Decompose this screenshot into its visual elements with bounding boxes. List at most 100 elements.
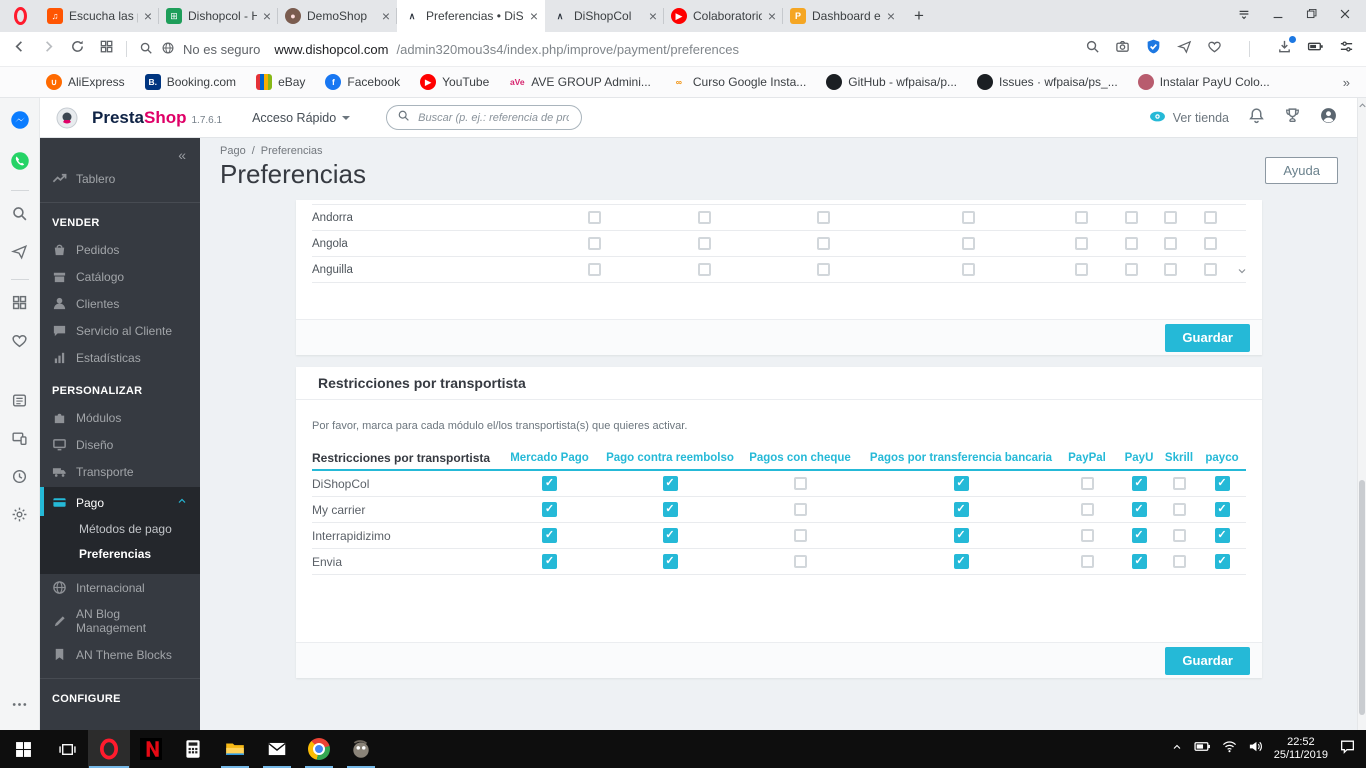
view-shop-link[interactable]: Ver tienda bbox=[1149, 108, 1229, 128]
sidebar-item-servicio-al-cliente[interactable]: Servicio al Cliente bbox=[40, 317, 200, 344]
quick-access-dropdown[interactable]: Acceso Rápido bbox=[252, 111, 351, 125]
taskbar-chrome-button[interactable] bbox=[298, 730, 340, 768]
help-button[interactable]: Ayuda bbox=[1265, 157, 1338, 184]
sidebar-item-diseño[interactable]: Diseño bbox=[40, 431, 200, 458]
checkbox[interactable] bbox=[1074, 237, 1088, 250]
checkbox[interactable]: ✓ bbox=[953, 476, 969, 491]
checkbox[interactable] bbox=[793, 477, 807, 490]
taskbar-task-view-button[interactable] bbox=[46, 730, 88, 768]
browser-tab[interactable]: ▶ Colaboratorio ePay... × bbox=[664, 0, 783, 32]
window-close-button[interactable] bbox=[1338, 7, 1352, 26]
checkbox[interactable]: ✓ bbox=[1131, 528, 1147, 543]
sidebar-item-an-theme-blocks[interactable]: AN Theme Blocks bbox=[40, 641, 200, 668]
hidden-icons-button[interactable] bbox=[1171, 740, 1183, 758]
checkbox[interactable] bbox=[1203, 263, 1217, 276]
checkbox[interactable]: ✓ bbox=[662, 528, 678, 543]
save-button[interactable]: Guardar bbox=[1165, 323, 1250, 352]
checkbox[interactable] bbox=[1124, 237, 1138, 250]
notifications-button[interactable] bbox=[1248, 107, 1265, 129]
checkbox[interactable] bbox=[962, 263, 975, 276]
checkbox[interactable] bbox=[1203, 211, 1217, 224]
reload-button[interactable] bbox=[70, 39, 85, 59]
checkbox[interactable] bbox=[1172, 477, 1186, 490]
close-tab-icon[interactable]: × bbox=[649, 9, 657, 23]
snapshot-button[interactable] bbox=[1115, 39, 1130, 59]
find-in-page-button[interactable] bbox=[1085, 39, 1100, 59]
new-tab-button[interactable]: + bbox=[902, 6, 936, 26]
checkbox[interactable] bbox=[1080, 503, 1094, 516]
checkbox[interactable]: ✓ bbox=[953, 502, 969, 517]
forward-button[interactable] bbox=[41, 39, 56, 59]
checkbox[interactable]: ✓ bbox=[542, 554, 557, 569]
window-minimize-button[interactable] bbox=[1271, 7, 1285, 26]
sidebar-speed-dial-button[interactable] bbox=[11, 294, 28, 316]
checkbox[interactable]: ✓ bbox=[1131, 554, 1147, 569]
sidebar-subitem-preferencias[interactable]: Preferencias bbox=[40, 541, 200, 566]
checkbox[interactable] bbox=[698, 211, 711, 224]
sidebar-subitem-métodos-de-pago[interactable]: Métodos de pago bbox=[40, 516, 200, 541]
checkbox[interactable]: ✓ bbox=[1131, 502, 1147, 517]
checkbox[interactable]: ✓ bbox=[953, 554, 969, 569]
checkbox[interactable] bbox=[1172, 529, 1186, 542]
sidebar-send-button[interactable] bbox=[11, 243, 28, 265]
achievements-button[interactable] bbox=[1284, 107, 1301, 129]
checkbox[interactable]: ✓ bbox=[542, 528, 557, 543]
browser-tab[interactable]: P Dashboard ePayco × bbox=[783, 0, 902, 32]
sidebar-whatsapp-button[interactable] bbox=[10, 151, 30, 176]
checkbox[interactable]: ✓ bbox=[953, 528, 969, 543]
sidebar-item-transporte[interactable]: Transporte bbox=[40, 458, 200, 485]
volume-button[interactable] bbox=[1248, 739, 1263, 759]
checkbox[interactable] bbox=[962, 237, 975, 250]
checkbox[interactable] bbox=[962, 211, 975, 224]
bookmark-item[interactable]: B. Booking.com bbox=[144, 74, 236, 90]
checkbox[interactable] bbox=[698, 263, 711, 276]
checkbox[interactable] bbox=[1164, 211, 1177, 224]
browser-tab[interactable]: ● DemoShop × bbox=[278, 0, 397, 32]
checkbox[interactable] bbox=[1164, 237, 1177, 250]
battery-saver-button[interactable] bbox=[1307, 38, 1324, 60]
checkbox[interactable] bbox=[1164, 263, 1177, 276]
checkbox[interactable] bbox=[1172, 503, 1186, 516]
wifi-button[interactable] bbox=[1222, 739, 1237, 759]
bookmark-item[interactable]: f Facebook bbox=[325, 74, 400, 90]
save-button[interactable]: Guardar bbox=[1165, 646, 1250, 675]
taskbar-explorer-button[interactable] bbox=[214, 730, 256, 768]
sidebar-item-catálogo[interactable]: Catálogo bbox=[40, 263, 200, 290]
easy-setup-button[interactable] bbox=[1339, 39, 1354, 59]
back-button[interactable] bbox=[12, 39, 27, 59]
checkbox[interactable] bbox=[588, 237, 601, 250]
taskbar-gimp-button[interactable] bbox=[340, 730, 382, 768]
close-tab-icon[interactable]: × bbox=[144, 9, 152, 23]
search-input[interactable] bbox=[416, 110, 572, 125]
browser-tab[interactable]: ♫ Escucha las pistas q... × bbox=[40, 0, 159, 32]
checkbox[interactable]: ✓ bbox=[662, 554, 678, 569]
scroll-down-icon[interactable] bbox=[1236, 264, 1248, 282]
sidebar-item-clientes[interactable]: Clientes bbox=[40, 290, 200, 317]
sidebar-news-button[interactable] bbox=[11, 392, 28, 414]
bookmark-item[interactable]: Issues · wfpaisa/ps_... bbox=[977, 74, 1118, 90]
collapse-sidebar-button[interactable]: « bbox=[40, 138, 200, 165]
checkbox[interactable] bbox=[1203, 237, 1217, 250]
checkbox[interactable] bbox=[793, 529, 807, 542]
checkbox[interactable]: ✓ bbox=[1214, 502, 1230, 517]
browser-tab[interactable]: ∧ Preferencias • DiSh... × bbox=[397, 0, 545, 32]
sidebar-item-módulos[interactable]: Módulos bbox=[40, 404, 200, 431]
bookmark-item[interactable]: eBay bbox=[256, 74, 305, 90]
close-tab-icon[interactable]: × bbox=[382, 9, 390, 23]
bookmark-page-button[interactable] bbox=[1207, 39, 1222, 59]
close-tab-icon[interactable]: × bbox=[768, 9, 776, 23]
clock[interactable]: 22:52 25/11/2019 bbox=[1274, 736, 1328, 762]
close-tab-icon[interactable]: × bbox=[530, 9, 538, 23]
checkbox[interactable]: ✓ bbox=[662, 476, 678, 491]
bookmark-item[interactable]: ∪ AliExpress bbox=[46, 74, 125, 90]
sidebar-search-button[interactable] bbox=[11, 205, 28, 227]
checkbox[interactable] bbox=[1124, 211, 1138, 224]
taskbar-opera-button[interactable] bbox=[88, 730, 130, 768]
scrollbar-thumb[interactable] bbox=[1359, 480, 1365, 715]
sidebar-heart-button[interactable] bbox=[11, 332, 28, 354]
admin-search[interactable] bbox=[386, 105, 583, 130]
checkbox[interactable] bbox=[1172, 555, 1186, 568]
sidebar-item-pedidos[interactable]: Pedidos bbox=[40, 236, 200, 263]
sidebar-item-tablero[interactable]: Tablero bbox=[40, 165, 200, 192]
checkbox[interactable] bbox=[588, 211, 601, 224]
